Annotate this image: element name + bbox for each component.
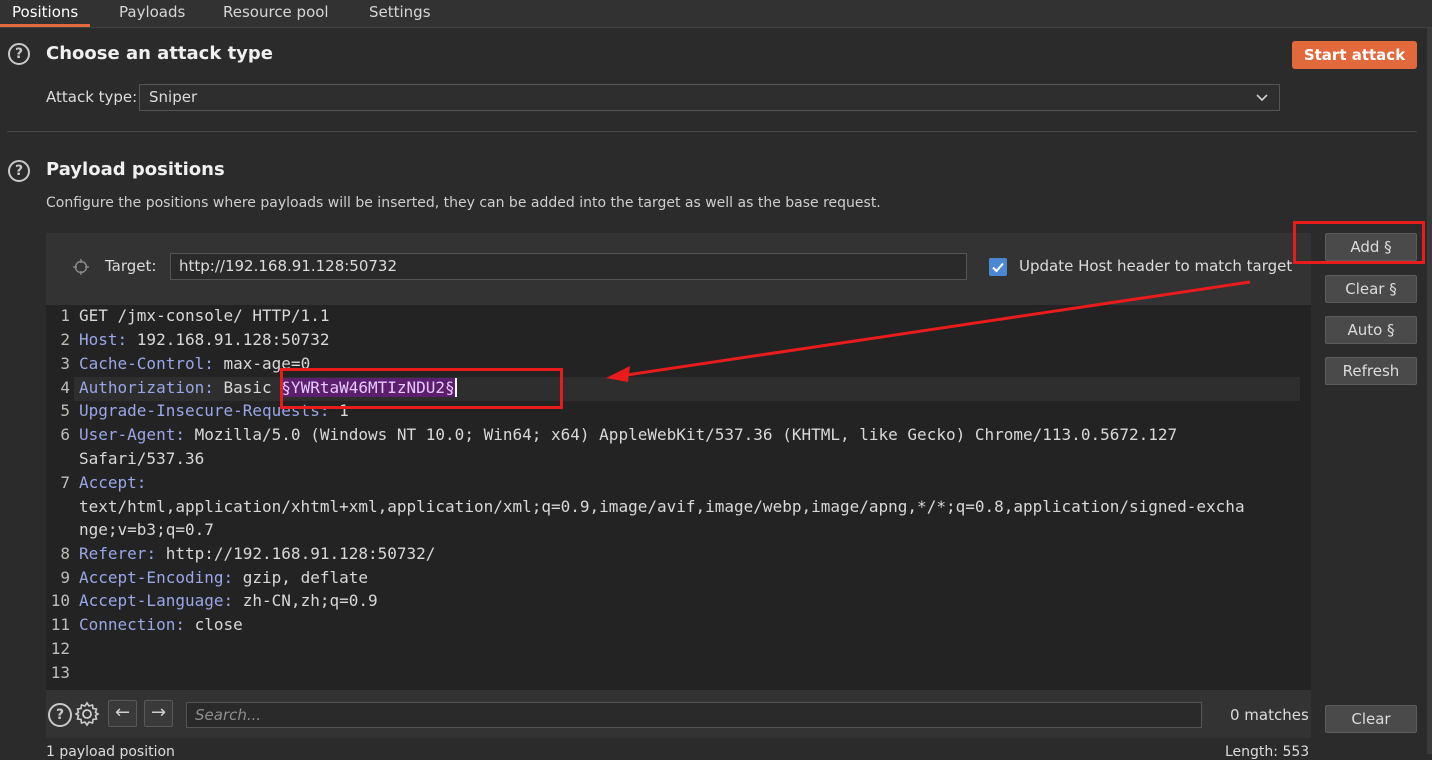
arrow-right-icon: → bbox=[150, 702, 167, 723]
help-icon[interactable]: ? bbox=[8, 160, 30, 182]
payload-position-count: 1 payload position bbox=[46, 744, 175, 760]
payload-positions-description: Configure the positions where payloads w… bbox=[46, 195, 881, 211]
line-number: 10 bbox=[50, 591, 70, 610]
line-number: 7 bbox=[60, 473, 70, 492]
update-host-label: Update Host header to match target bbox=[1019, 257, 1293, 275]
request-line: Connection: close bbox=[79, 615, 243, 634]
line-number: 2 bbox=[60, 330, 70, 349]
line-number: 11 bbox=[50, 615, 70, 634]
request-line: Accept: bbox=[79, 473, 147, 492]
attack-type-select[interactable]: Sniper bbox=[139, 84, 1280, 111]
refresh-button[interactable]: Refresh bbox=[1325, 357, 1417, 385]
help-icon[interactable]: ? bbox=[8, 43, 30, 65]
tab-resource-pool[interactable]: Resource pool bbox=[211, 0, 341, 27]
target-label: Target: bbox=[105, 257, 157, 275]
request-line-continuation: Safari/537.36 bbox=[79, 449, 205, 468]
clear-payload-markers-button[interactable]: Clear § bbox=[1325, 275, 1417, 303]
section-divider bbox=[7, 131, 1417, 132]
request-line-continuation: nge;v=b3;q=0.7 bbox=[79, 520, 214, 539]
tab-positions[interactable]: Positions bbox=[0, 0, 91, 27]
annotation-arrow-icon bbox=[606, 280, 1251, 382]
annotation-box-add-button bbox=[1293, 221, 1425, 264]
line-number: 9 bbox=[60, 568, 70, 587]
check-icon bbox=[992, 262, 1004, 273]
attack-type-value: Sniper bbox=[149, 88, 198, 106]
match-count: 0 matches bbox=[1230, 706, 1309, 724]
start-attack-button[interactable]: Start attack bbox=[1292, 41, 1417, 69]
line-number: 8 bbox=[60, 544, 70, 563]
attack-type-heading: Choose an attack type bbox=[46, 43, 274, 64]
request-line-continuation: text/html,application/xhtml+xml,applicat… bbox=[79, 497, 1245, 516]
clear-button[interactable]: Clear bbox=[1325, 705, 1417, 733]
previous-match-button[interactable]: ← bbox=[108, 700, 137, 727]
line-number: 6 bbox=[60, 425, 70, 444]
request-line: Host: 192.168.91.128:50732 bbox=[79, 330, 330, 349]
gear-icon[interactable] bbox=[74, 701, 100, 731]
line-number: 4 bbox=[60, 378, 70, 397]
crosshair-icon bbox=[72, 258, 90, 280]
line-number: 5 bbox=[60, 401, 70, 420]
request-line: Referer: http://192.168.91.128:50732/ bbox=[79, 544, 436, 563]
auto-payload-markers-button[interactable]: Auto § bbox=[1325, 316, 1417, 344]
request-line: User-Agent: Mozilla/5.0 (Windows NT 10.0… bbox=[79, 425, 1178, 444]
next-match-button[interactable]: → bbox=[144, 700, 173, 727]
request-line: Accept-Encoding: gzip, deflate bbox=[79, 568, 368, 587]
scrollbar[interactable] bbox=[1427, 28, 1432, 754]
tab-bar: Positions Payloads Resource pool Setting… bbox=[0, 0, 1432, 28]
arrow-left-icon: ← bbox=[114, 702, 131, 723]
update-host-checkbox[interactable] bbox=[989, 258, 1007, 276]
request-length: Length: 553 bbox=[1225, 744, 1310, 760]
request-line: GET /jmx-console/ HTTP/1.1 bbox=[79, 306, 330, 325]
line-number: 13 bbox=[50, 663, 70, 682]
annotation-box-payload bbox=[280, 368, 563, 409]
request-line: Accept-Language: zh-CN,zh;q=0.9 bbox=[79, 591, 378, 610]
line-number: 12 bbox=[50, 639, 70, 658]
chevron-down-icon bbox=[1255, 87, 1269, 111]
target-input[interactable]: http://192.168.91.128:50732 bbox=[170, 253, 967, 280]
help-icon[interactable]: ? bbox=[48, 703, 72, 727]
request-line: Cache-Control: max-age=0 bbox=[79, 354, 311, 373]
attack-type-label: Attack type: bbox=[46, 88, 138, 106]
payload-positions-heading: Payload positions bbox=[46, 159, 225, 180]
tab-settings[interactable]: Settings bbox=[357, 0, 443, 27]
line-number: 1 bbox=[60, 306, 70, 325]
line-number: 3 bbox=[60, 354, 70, 373]
search-input[interactable]: Search... bbox=[186, 702, 1202, 728]
tab-payloads[interactable]: Payloads bbox=[107, 0, 197, 27]
